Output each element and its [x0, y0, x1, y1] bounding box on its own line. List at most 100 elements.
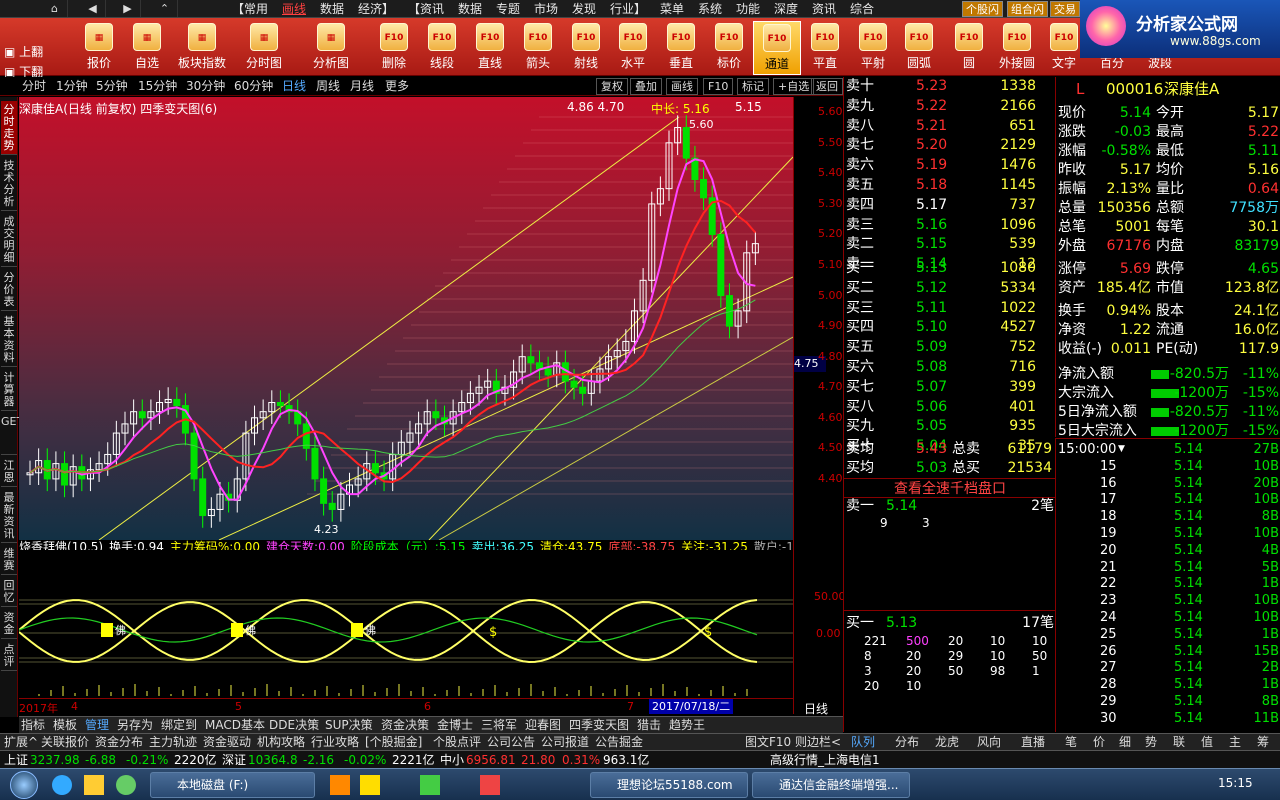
period-8[interactable]: 月线 — [350, 78, 374, 95]
period-9[interactable]: 更多 — [385, 78, 409, 95]
menu-item-2[interactable]: 数据 — [320, 0, 344, 18]
ind-tab-4[interactable]: 绑定到 — [161, 718, 197, 733]
start-button[interactable] — [10, 771, 38, 799]
menu-item-1[interactable]: 画线 — [282, 0, 306, 18]
indicator-panel[interactable]: 佛 佛 佛 $ $ — [18, 550, 793, 698]
sidebar-toggle[interactable]: 则边栏< — [795, 735, 841, 750]
toolbar-button-2[interactable]: ▦ 板块指数 — [178, 21, 226, 75]
vtab-8[interactable]: 最新资讯 — [1, 489, 17, 543]
period-0[interactable]: 分时 — [22, 78, 46, 95]
info-tab-0[interactable]: 扩展^ — [4, 735, 38, 750]
right-tab-9[interactable]: 联 — [1173, 735, 1185, 750]
ind-tab-9[interactable]: 金博士 — [437, 718, 473, 733]
vtab-5[interactable]: 计算器 — [1, 369, 17, 411]
forward-icon[interactable]: ▶ — [115, 0, 141, 17]
right-tab-5[interactable]: 笔 — [1065, 735, 1077, 750]
folder-icon[interactable] — [360, 775, 380, 795]
ind-tab-2[interactable]: 管理 — [85, 718, 109, 733]
task-forum[interactable]: 理想论坛55188.com — [590, 772, 748, 798]
info-tab-4[interactable]: 资金驱动 — [203, 735, 251, 750]
vtab-12[interactable]: 点评 — [1, 641, 17, 671]
ask-row[interactable]: 卖五 5.18 1145 — [844, 176, 1056, 195]
right-tab-10[interactable]: 值 — [1201, 735, 1213, 750]
vtab-11[interactable]: 资金 — [1, 609, 17, 639]
toolbar-button-11[interactable]: F10 垂直 — [657, 21, 705, 75]
ask-row[interactable]: 卖四 5.17 737 — [844, 196, 1056, 215]
info-tab-8[interactable]: 个股点评 — [433, 735, 481, 750]
toolbar-button-18[interactable]: F10 外接圆 — [993, 21, 1041, 75]
index-name[interactable]: 上证 — [4, 752, 28, 768]
menu-item-14[interactable]: 资讯 — [812, 0, 836, 18]
toolbar-button-8[interactable]: F10 箭头 — [514, 21, 562, 75]
ind-tab-13[interactable]: 猎击 — [637, 718, 661, 733]
menu-item-0[interactable]: 【常用 — [232, 0, 268, 18]
menu-item-8[interactable]: 发现 — [572, 0, 596, 18]
media-icon[interactable] — [330, 775, 350, 795]
right-tab-4[interactable]: 直播 — [1021, 735, 1045, 750]
home-icon[interactable]: ⌂ — [42, 0, 68, 17]
page-up-button[interactable]: ▣ 上翻 — [4, 42, 52, 62]
ind-tab-12[interactable]: 四季变天图 — [569, 718, 629, 733]
period-right-4[interactable]: 标记 — [737, 78, 769, 95]
toolbar-button-4[interactable]: ▦ 分析图 — [307, 21, 355, 75]
toolbar-button-13[interactable]: F10 通道 — [753, 21, 801, 75]
info-tab-9[interactable]: 公司公告 — [487, 735, 535, 750]
period-right-6[interactable]: 返回 — [811, 78, 843, 95]
period-2[interactable]: 5分钟 — [96, 78, 128, 95]
toolbar-button-15[interactable]: F10 平射 — [849, 21, 897, 75]
menu-item-4[interactable]: 【资讯 — [408, 0, 444, 18]
ind-tab-14[interactable]: 趋势王 — [669, 718, 705, 733]
period-right-0[interactable]: 复权 — [596, 78, 628, 95]
ind-tab-5[interactable]: MACD基本 — [205, 718, 265, 733]
ind-tab-0[interactable]: 指标 — [21, 718, 45, 733]
index-name[interactable]: 深证 — [222, 752, 246, 768]
tab-portfolio-flash[interactable]: 组合闪 — [1007, 1, 1048, 17]
period-7[interactable]: 周线 — [316, 78, 340, 95]
ind-tab-1[interactable]: 模板 — [53, 718, 77, 733]
bid-row[interactable]: 买五 5.09 752 — [844, 338, 1056, 357]
ask-row[interactable]: 卖六 5.19 1476 — [844, 156, 1056, 175]
right-tab-2[interactable]: 龙虎 — [935, 735, 959, 750]
vtab-3[interactable]: 分价表 — [1, 269, 17, 311]
vtab-6[interactable]: GET — [1, 413, 23, 455]
period-5[interactable]: 60分钟 — [234, 78, 273, 95]
period-right-1[interactable]: 叠加 — [630, 78, 662, 95]
bid-row[interactable]: 买四 5.10 4527 — [844, 318, 1056, 337]
menu-item-13[interactable]: 深度 — [774, 0, 798, 18]
bid-row[interactable]: 买七 5.07 399 — [844, 378, 1056, 397]
chart-app-icon[interactable] — [420, 775, 440, 795]
vtab-0[interactable]: 分时走势 — [1, 101, 17, 155]
toolbar-button-10[interactable]: F10 水平 — [609, 21, 657, 75]
toolbar-button-0[interactable]: ▦ 报价 — [75, 21, 123, 75]
info-tab-1[interactable]: 关联报价 — [41, 735, 89, 750]
bid-row[interactable]: 买二 5.12 5334 — [844, 279, 1056, 298]
period-right-3[interactable]: F10 — [703, 78, 734, 95]
menu-item-15[interactable]: 综合 — [850, 0, 874, 18]
ind-tab-7[interactable]: SUP决策 — [325, 718, 373, 733]
bid-row[interactable]: 买六 5.08 716 — [844, 358, 1056, 377]
toolbar-button-17[interactable]: F10 圆 — [945, 21, 993, 75]
right-tab-1[interactable]: 分布 — [895, 735, 919, 750]
menu-item-6[interactable]: 专题 — [496, 0, 520, 18]
bid-row[interactable]: 买八 5.06 401 — [844, 398, 1056, 417]
tdx-icon[interactable] — [480, 775, 500, 795]
tab-stock-flash[interactable]: 个股闪 — [962, 1, 1003, 17]
ask-row[interactable]: 卖十 5.23 1338 — [844, 77, 1056, 96]
menu-item-12[interactable]: 功能 — [736, 0, 760, 18]
full-depth-link[interactable]: 查看全速千档盘口 — [844, 478, 1056, 498]
menu-item-3[interactable]: 经济】 — [358, 0, 394, 18]
period-1[interactable]: 1分钟 — [56, 78, 88, 95]
toolbar-button-14[interactable]: F10 平直 — [801, 21, 849, 75]
explorer-icon[interactable] — [84, 775, 104, 795]
right-tab-7[interactable]: 细 — [1119, 735, 1131, 750]
ind-tab-6[interactable]: DDE决策 — [269, 718, 319, 733]
menu-item-11[interactable]: 系统 — [698, 0, 722, 18]
task-tdx[interactable]: 通达信金融终端增强... — [752, 772, 910, 798]
vtab-9[interactable]: 维赛 — [1, 545, 17, 575]
info-tab-5[interactable]: 机构攻略 — [257, 735, 305, 750]
menu-item-9[interactable]: 行业】 — [610, 0, 646, 18]
info-tab-6[interactable]: 行业攻略 — [311, 735, 359, 750]
right-tab-8[interactable]: 势 — [1145, 735, 1157, 750]
period-4[interactable]: 30分钟 — [186, 78, 225, 95]
toolbar-button-3[interactable]: ▦ 分时图 — [240, 21, 288, 75]
